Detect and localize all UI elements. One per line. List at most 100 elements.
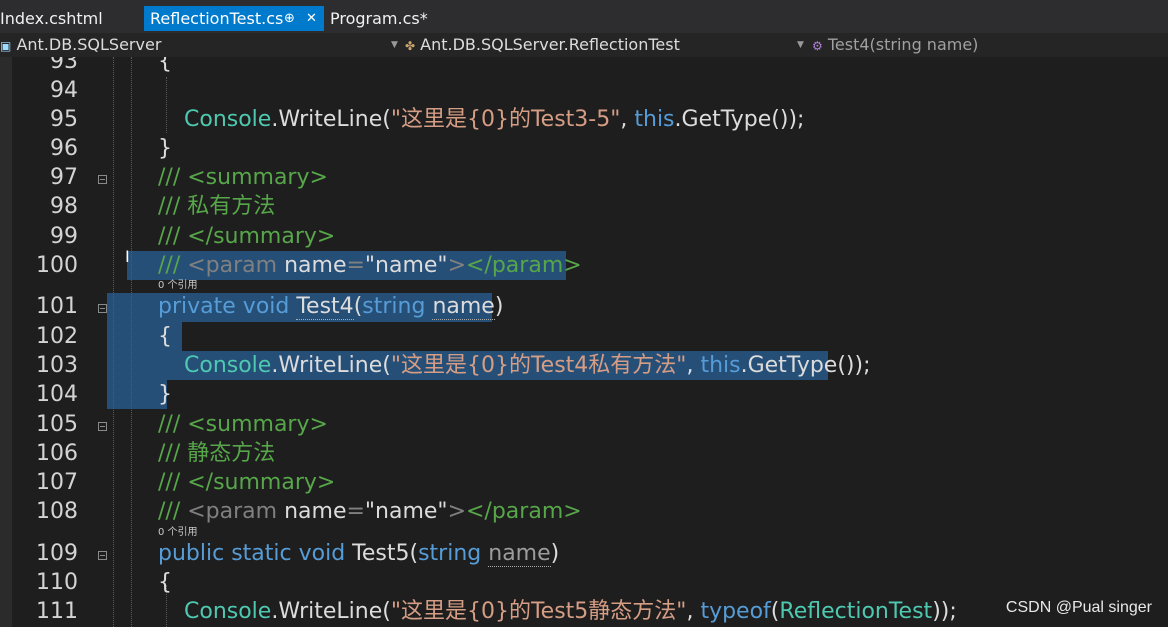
token: { [158, 570, 172, 595]
project-icon: ▣ [0, 39, 12, 53]
code-line: /// 静态方法 [158, 440, 275, 468]
token: WriteLine [278, 599, 383, 624]
line-number: 111 [36, 599, 78, 624]
token: > [447, 499, 466, 524]
text-cursor-icon: I [125, 247, 130, 266]
token: { [158, 324, 172, 349]
document-tab-bar: Index.cshtml ReflectionTest.cs ⊕ ✕ Progr… [0, 0, 1168, 33]
tab-index-cshtml[interactable]: Index.cshtml [0, 6, 142, 31]
code-line: } [158, 135, 172, 163]
fold-toggle-icon[interactable] [98, 422, 107, 431]
reference-count[interactable]: 0 个引用 [158, 527, 198, 539]
code-line: /// 私有方法 [158, 193, 275, 221]
code-line: Console. WriteLine("这里是{0}的Test4私有方法", th… [184, 352, 871, 380]
token: private [158, 294, 236, 319]
token: ReflectionTest [779, 599, 933, 624]
editor-margin [0, 57, 12, 627]
token: this [634, 107, 675, 132]
token: <param [187, 499, 278, 524]
token: /// [158, 224, 181, 249]
token: = [346, 253, 365, 278]
indent-guide [166, 77, 167, 133]
line-number: 109 [36, 541, 78, 566]
class-dropdown[interactable]: ✤ Ant.DB.SQLServer.ReflectionTest ▼ [405, 33, 805, 57]
token: GetType()); [747, 353, 871, 378]
token: <summary> [187, 165, 328, 190]
pin-icon[interactable]: ⊕ [284, 6, 295, 31]
chevron-down-icon: ▼ [797, 40, 804, 50]
line-number: 95 [50, 107, 78, 132]
token: } [158, 382, 172, 407]
token: name [284, 253, 347, 278]
token: . [740, 353, 748, 378]
token: "这里是{0}的Test3-5" [390, 107, 621, 132]
code-line: Console.WriteLine("这里是{0}的Test5静态方法", ty… [184, 598, 957, 626]
tab-reflectiontest-cs[interactable]: ReflectionTest.cs ⊕ ✕ [144, 6, 324, 31]
token: /// [158, 165, 181, 190]
token: , [686, 353, 694, 378]
token: , [620, 107, 628, 132]
line-number: 99 [50, 224, 78, 249]
token: /// [158, 412, 181, 437]
tab-program-cs[interactable]: Program.cs* [330, 6, 440, 31]
code-line: /// <param name="name"></param> [158, 252, 582, 280]
token: ( [409, 541, 419, 566]
token: ( [382, 107, 391, 132]
token: "这里是{0}的Test5静态方法" [390, 599, 687, 624]
member-dropdown[interactable]: ⚙ Test4(string name) [812, 33, 1162, 57]
code-line: /// <summary> [158, 411, 328, 439]
line-number: 110 [36, 570, 78, 595]
token: { [158, 57, 172, 74]
token: <summary> [187, 412, 328, 437]
line-number: 103 [36, 353, 78, 378]
token: ( [353, 294, 363, 319]
token: typeof [700, 599, 771, 624]
token: GetType()); [681, 107, 805, 132]
token: Console [184, 599, 272, 624]
watermark: CSDN @Pual singer [1005, 599, 1152, 616]
token: string [362, 294, 426, 319]
indent-guide [131, 57, 132, 627]
code-line: } [158, 381, 172, 409]
line-number: 101 [36, 294, 78, 319]
reference-count[interactable]: 0 个引用 [158, 280, 198, 292]
line-number: 98 [50, 194, 78, 219]
line-number: 93 [50, 57, 78, 74]
code-line: private void Test4(string name) [158, 293, 503, 321]
line-number: 105 [36, 412, 78, 437]
token: "这里是{0}的Test4私有方法" [390, 353, 687, 378]
token: void [242, 294, 290, 319]
project-dropdown[interactable]: ▣ Ant.DB.SQLServer ▼ [0, 33, 400, 57]
token: ) [550, 541, 560, 566]
token: ( [382, 353, 391, 378]
code-line: { [158, 57, 172, 76]
token: > [447, 253, 466, 278]
close-icon[interactable]: ✕ [306, 6, 317, 31]
token: /// [158, 441, 181, 466]
tab-label: Program.cs* [330, 9, 428, 28]
class-icon: ✤ [405, 39, 416, 53]
token: name [284, 499, 347, 524]
token: ( [382, 599, 391, 624]
member-label: Test4(string name) [827, 35, 979, 54]
indent-guide [113, 57, 114, 627]
token: name [432, 294, 495, 320]
fold-toggle-icon[interactable] [98, 551, 107, 560]
fold-toggle-icon[interactable] [98, 175, 107, 184]
code-editor[interactable]: 93 94 95 96 97 98 99 100 101 102 103 104… [0, 57, 1168, 627]
token: <param [187, 253, 278, 278]
token: /// [158, 194, 181, 219]
line-number: 94 [50, 78, 78, 103]
tab-label: Index.cshtml [0, 9, 103, 28]
token: void [298, 541, 346, 566]
token: </summary> [187, 224, 336, 249]
token: name [488, 541, 551, 567]
token: /// [158, 470, 181, 495]
line-number: 97 [50, 165, 78, 190]
fold-toggle-icon[interactable] [98, 304, 107, 313]
token: </param> [466, 253, 582, 278]
project-label: Ant.DB.SQLServer [16, 35, 162, 54]
token: WriteLine [278, 353, 383, 378]
code-line: /// </summary> [158, 469, 335, 497]
code-line: public static void Test5(string name) [158, 540, 559, 568]
